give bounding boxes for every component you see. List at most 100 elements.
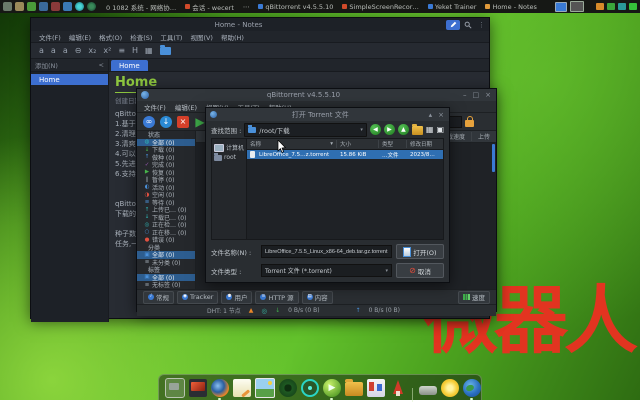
search-icon[interactable]: [464, 21, 472, 29]
filename-input[interactable]: [261, 245, 392, 258]
notes-menu-item[interactable]: 编辑(E): [69, 32, 91, 42]
column-name[interactable]: 名称 ▾: [247, 140, 337, 148]
display-tray-icon[interactable]: [555, 2, 567, 12]
taskbar-window-entry[interactable]: ⋯: [243, 3, 250, 11]
brightness-icon[interactable]: [441, 379, 459, 397]
qbittorrent-titlebar[interactable]: qBittorrent v4.5.5.10 – □ ×: [137, 89, 496, 101]
battery-tray-icon[interactable]: [596, 3, 604, 10]
qbt-filter-item[interactable]: ≡ 无标签 (0): [137, 281, 195, 289]
earth-icon[interactable]: [463, 379, 481, 397]
notes-menu-item[interactable]: 检查(S): [130, 32, 152, 42]
taskbar-window-entry[interactable]: qBittorrent v4.5.5.10: [258, 3, 333, 11]
workspace-monitor-icon[interactable]: [165, 378, 185, 398]
notes-menu-item[interactable]: 格式(O): [99, 32, 122, 42]
add-link-icon[interactable]: ∞: [143, 116, 155, 128]
qbt-detail-tab[interactable]: ≡ HTTP 源: [255, 291, 298, 304]
notes-titlebar[interactable]: Home - Notes ⋮: [31, 18, 489, 31]
tree-item-home[interactable]: Home: [31, 74, 108, 85]
status-tray-icon[interactable]: [607, 3, 615, 10]
taskbar-window-entry[interactable]: Yeket Trainer: [428, 3, 477, 11]
disc-icon[interactable]: [279, 379, 297, 397]
torrent-column-header[interactable]: 上传: [471, 132, 496, 141]
forward-button[interactable]: ▶: [384, 124, 395, 135]
media-app-icon[interactable]: [51, 2, 60, 11]
qbt-menu-item[interactable]: 文件(F): [144, 102, 166, 112]
column-type[interactable]: 类型: [379, 140, 407, 148]
taskbar-window-entry[interactable]: SimpleScreenRecor…: [342, 3, 419, 11]
notes-menu-item[interactable]: 工具(T): [160, 32, 182, 42]
notes-app-icon[interactable]: [233, 379, 251, 397]
open-button[interactable]: 打开(O): [396, 244, 444, 259]
power-tray-icon[interactable]: [629, 3, 637, 10]
photos-app-icon[interactable]: [63, 2, 72, 11]
disc-app-icon[interactable]: [75, 2, 84, 11]
parent-folder-button[interactable]: ▲: [398, 124, 409, 135]
app-menu-icon[interactable]: [3, 2, 12, 11]
monitor-tray-icon[interactable]: [570, 1, 584, 12]
taskbar-window-entry[interactable]: Home - Notes: [485, 3, 536, 11]
tray-icon[interactable]: [419, 386, 437, 395]
qbt-detail-tab[interactable]: i 常规: [143, 291, 174, 304]
location-combobox[interactable]: /root/下载 ▾: [244, 123, 367, 137]
maximize-button[interactable]: □: [473, 91, 480, 99]
leaf-app-icon[interactable]: [27, 2, 36, 11]
science-app-icon[interactable]: [301, 379, 319, 397]
format-tool-icon[interactable]: a: [63, 47, 68, 55]
vertical-scrollbar[interactable]: [492, 144, 495, 172]
gallery-icon[interactable]: [255, 378, 275, 398]
back-button[interactable]: ◀: [370, 124, 381, 135]
globe-app-icon[interactable]: [87, 2, 96, 11]
close-button[interactable]: ×: [485, 91, 491, 99]
overflow-menu-icon[interactable]: ⋮: [478, 21, 486, 29]
file-list[interactable]: 名称 ▾ 大小 类型 修改日期 LibreOffice_7.5…z.torren…: [247, 139, 443, 239]
folder-tool-icon[interactable]: [160, 47, 171, 55]
cancel-button[interactable]: ⊘ 取消: [396, 263, 444, 278]
format-tool-icon[interactable]: a: [39, 47, 44, 55]
note-tab-home[interactable]: Home: [111, 60, 148, 71]
list-view-button[interactable]: ▦: [426, 124, 434, 135]
column-size[interactable]: 大小: [337, 140, 379, 148]
rocket-launcher-icon[interactable]: [389, 379, 407, 397]
format-tool-icon[interactable]: a: [51, 47, 56, 55]
dialog-titlebar[interactable]: 打开 Torrent 文件 ▴ ×: [206, 108, 449, 121]
qbt-filter-item[interactable]: ≡ 未分类 (0): [137, 259, 195, 267]
firefox-browser-icon[interactable]: [211, 379, 229, 397]
pet-app-icon[interactable]: [15, 2, 24, 11]
qbt-detail-tab[interactable]: ◉ Tracker: [177, 291, 218, 304]
notes-menu-item[interactable]: 视图(V): [190, 32, 213, 42]
format-tool-icon[interactable]: x₂: [88, 47, 96, 55]
tree-panel-header[interactable]: 添加(N): [35, 60, 58, 70]
file-manager-icon[interactable]: [345, 382, 363, 396]
collapse-panel-icon[interactable]: <: [99, 61, 104, 69]
lock-icon[interactable]: [465, 120, 474, 127]
taskbar-window-entry[interactable]: 会话 - wecert: [185, 2, 234, 12]
add-torrent-icon[interactable]: ↓: [160, 116, 172, 128]
format-tool-icon[interactable]: ⊖: [75, 47, 82, 55]
minimize-button[interactable]: –: [463, 91, 467, 99]
notes-menu-item[interactable]: 文件(F): [39, 32, 61, 42]
paint-app-icon[interactable]: [367, 379, 385, 397]
speed-tab[interactable]: 速度: [458, 291, 490, 304]
place-item[interactable]: 计算机: [212, 142, 246, 153]
dialog-close-button[interactable]: ×: [438, 111, 444, 119]
qbt-detail-tab[interactable]: ▤ 内容: [302, 291, 333, 304]
qbt-filter-item[interactable]: ● 错误 (0): [137, 236, 195, 244]
delete-icon[interactable]: ×: [177, 116, 189, 128]
qbt-detail-tab[interactable]: ⚉ 用户: [221, 291, 252, 304]
qbt-menu-item[interactable]: 编辑(E): [175, 102, 197, 112]
taskbar-window-entry[interactable]: 0 1082 系统 - 网络协…: [106, 2, 176, 12]
filetype-select[interactable]: Torrent 文件 (*.torrent) ▾: [261, 264, 392, 277]
notes-menu-item[interactable]: 帮助(H): [221, 32, 244, 42]
format-tool-icon[interactable]: ▦: [145, 47, 153, 55]
detail-view-button[interactable]: ▣: [436, 124, 444, 135]
column-date[interactable]: 修改日期: [407, 140, 443, 148]
display-settings-icon[interactable]: [189, 379, 207, 397]
place-item[interactable]: root: [212, 153, 246, 162]
dialog-maximize-button[interactable]: ▴: [429, 111, 433, 119]
format-tool-icon[interactable]: H: [132, 47, 138, 55]
format-tool-icon[interactable]: ≡: [118, 47, 125, 55]
media-player-icon[interactable]: ▶: [323, 379, 341, 397]
network-tray-icon[interactable]: [618, 3, 626, 10]
new-folder-button[interactable]: [412, 126, 423, 135]
format-tool-icon[interactable]: x²: [103, 47, 111, 55]
